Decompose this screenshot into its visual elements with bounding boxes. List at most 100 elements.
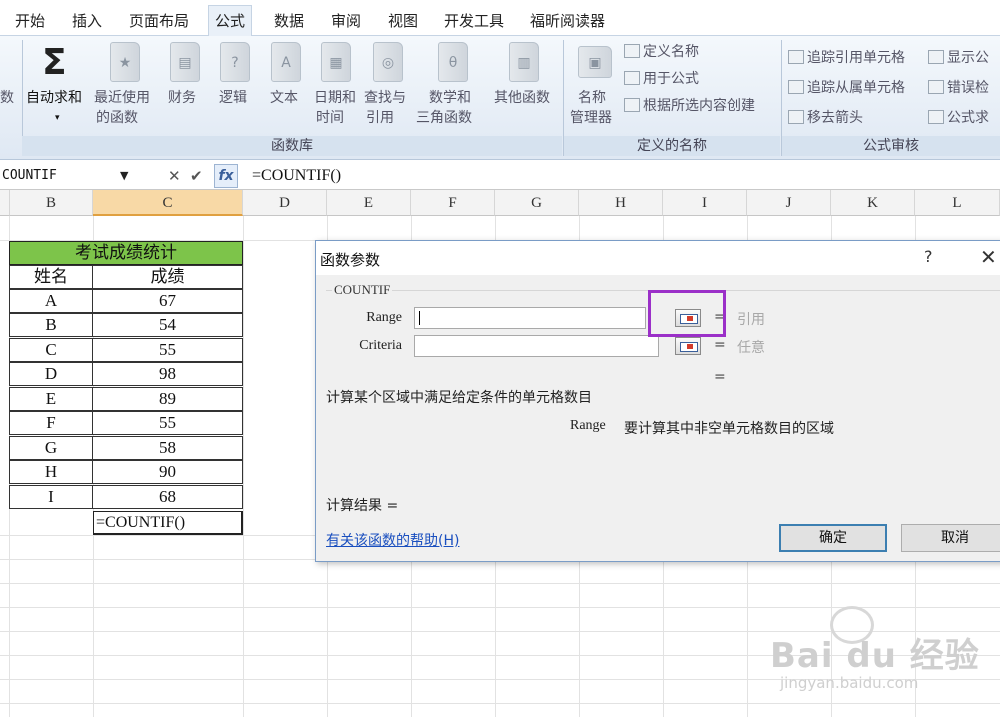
logical-button[interactable]: 逻辑 xyxy=(219,88,247,108)
math-trig-button[interactable]: 数学和 xyxy=(429,88,471,108)
function-help-link[interactable]: 有关该函数的帮助(H) xyxy=(326,530,459,550)
evaluate-formula-button[interactable]: 公式求 xyxy=(928,108,989,128)
date-time-icon[interactable]: ▦ xyxy=(321,42,351,82)
more-functions-icon[interactable]: ▥ xyxy=(509,42,539,82)
param-description-name: Range xyxy=(570,418,606,433)
tab-view[interactable]: 视图 xyxy=(388,9,418,33)
insert-function-label[interactable]: 数 xyxy=(0,88,14,108)
watermark-url: jingyan.baidu.com xyxy=(780,674,919,692)
text-caret xyxy=(419,311,420,325)
name-manager-icon[interactable]: ▣ xyxy=(578,46,612,78)
tab-data[interactable]: 数据 xyxy=(274,9,304,33)
column-header-i[interactable]: I xyxy=(663,190,747,216)
score-cell[interactable]: 68 xyxy=(92,485,243,509)
name-cell[interactable]: D xyxy=(9,362,93,386)
column-header-f[interactable]: F xyxy=(411,190,495,216)
logical-icon[interactable]: ? xyxy=(220,42,250,82)
name-cell[interactable]: E xyxy=(9,387,93,411)
table-title-cell[interactable]: 考试成绩统计 xyxy=(9,241,243,265)
active-formula-cell[interactable]: =COUNTIF() xyxy=(93,511,243,535)
show-formulas-button[interactable]: 显示公 xyxy=(928,48,989,68)
cancel-button[interactable]: 取消 xyxy=(901,524,1000,552)
score-cell[interactable]: 98 xyxy=(92,362,243,386)
column-header-c[interactable]: C xyxy=(93,190,243,216)
ok-button[interactable]: 确定 xyxy=(779,524,887,552)
math-trig-icon[interactable]: θ xyxy=(438,42,468,82)
header-name-cell[interactable]: 姓名 xyxy=(9,265,93,289)
cancel-formula-icon[interactable]: ✕ xyxy=(168,165,181,187)
param-description-text: 要计算其中非空单元格数目的区域 xyxy=(624,421,834,437)
tab-foxit[interactable]: 福昕阅读器 xyxy=(530,9,605,33)
name-cell[interactable]: F xyxy=(9,411,93,435)
formula-input[interactable]: =COUNTIF() xyxy=(252,165,341,187)
column-header-l[interactable]: L xyxy=(915,190,1000,216)
excel-window: 开始 插入 页面布局 公式 数据 审阅 视图 开发工具 福昕阅读器 数 Σ 自动… xyxy=(0,0,1000,717)
column-header-e[interactable]: E xyxy=(327,190,411,216)
error-checking-button[interactable]: 错误检 xyxy=(928,78,989,98)
score-cell[interactable]: 54 xyxy=(92,313,243,337)
financial-icon[interactable]: ▤ xyxy=(170,42,200,82)
tab-review[interactable]: 审阅 xyxy=(331,9,361,33)
trace-precedents-button[interactable]: 追踪引用单元格 xyxy=(788,48,905,68)
lookup-reference-icon[interactable]: ◎ xyxy=(373,42,403,82)
define-name-button[interactable]: 定义名称 xyxy=(624,42,699,62)
use-in-formula-label: 用于公式 xyxy=(643,71,699,87)
more-functions-button[interactable]: 其他函数 xyxy=(494,88,550,108)
score-cell[interactable]: 67 xyxy=(92,289,243,313)
score-cell[interactable]: 90 xyxy=(92,460,243,484)
name-cell[interactable]: C xyxy=(9,338,93,362)
dialog-titlebar[interactable]: 函数参数 ? ✕ xyxy=(316,241,1000,275)
name-cell[interactable]: A xyxy=(9,289,93,313)
column-header-g[interactable]: G xyxy=(495,190,579,216)
score-cell[interactable]: 89 xyxy=(92,387,243,411)
remove-arrows-label: 移去箭头 xyxy=(807,110,863,126)
date-time-button[interactable]: 日期和 xyxy=(314,88,356,108)
lookup-reference-button[interactable]: 查找与 xyxy=(364,88,406,108)
financial-button[interactable]: 财务 xyxy=(168,88,196,108)
autosum-button[interactable]: 自动求和 xyxy=(26,88,82,108)
range-input[interactable] xyxy=(414,307,646,329)
define-name-icon xyxy=(624,44,640,58)
error-checking-label: 错误检 xyxy=(947,80,989,96)
column-header-k[interactable]: K xyxy=(831,190,915,216)
math-trig-label-2: 三角函数 xyxy=(416,110,472,126)
criteria-input[interactable] xyxy=(414,335,659,357)
recent-functions-icon[interactable]: ★ xyxy=(110,42,140,82)
use-in-formula-button[interactable]: 用于公式 xyxy=(624,69,699,89)
name-box[interactable]: COUNTIF xyxy=(0,165,135,187)
enter-formula-icon[interactable]: ✔ xyxy=(190,165,203,187)
score-cell[interactable]: 55 xyxy=(92,411,243,435)
column-header-h[interactable]: H xyxy=(579,190,663,216)
name-cell[interactable]: I xyxy=(9,485,93,509)
autosum-icon[interactable]: Σ xyxy=(42,42,67,83)
tab-developer[interactable]: 开发工具 xyxy=(444,9,504,33)
trace-dependents-button[interactable]: 追踪从属单元格 xyxy=(788,78,905,98)
select-all-corner[interactable] xyxy=(0,190,10,216)
text-function-icon[interactable]: A xyxy=(271,42,301,82)
tab-page-layout[interactable]: 页面布局 xyxy=(129,9,189,33)
help-icon[interactable]: ? xyxy=(924,247,933,266)
column-header-j[interactable]: J xyxy=(747,190,831,216)
score-cell[interactable]: 58 xyxy=(92,436,243,460)
create-from-selection-button[interactable]: 根据所选内容创建 xyxy=(624,96,755,116)
recent-functions-button[interactable]: 最近使用 xyxy=(94,88,150,108)
score-cell[interactable]: 55 xyxy=(92,338,243,362)
name-box-dropdown-icon[interactable]: ▼ xyxy=(120,165,128,187)
text-function-button[interactable]: 文本 xyxy=(270,88,298,108)
insert-function-icon[interactable]: fx xyxy=(214,164,238,188)
tab-formulas[interactable]: 公式 xyxy=(208,5,253,37)
criteria-collapse-button[interactable] xyxy=(675,337,701,355)
column-header-b[interactable]: B xyxy=(10,190,93,216)
header-score-cell[interactable]: 成绩 xyxy=(92,265,243,289)
close-icon[interactable]: ✕ xyxy=(980,245,997,269)
name-manager-button[interactable]: 名称 xyxy=(578,88,606,108)
column-header-d[interactable]: D xyxy=(243,190,327,216)
autosum-dropdown[interactable]: ▾ xyxy=(55,108,60,128)
tab-home[interactable]: 开始 xyxy=(15,9,45,33)
remove-arrows-button[interactable]: 移去箭头 xyxy=(788,108,863,128)
name-cell[interactable]: B xyxy=(9,313,93,337)
name-cell[interactable]: H xyxy=(9,460,93,484)
tab-insert[interactable]: 插入 xyxy=(72,9,102,33)
evaluate-formula-icon xyxy=(928,110,944,124)
name-cell[interactable]: G xyxy=(9,436,93,460)
